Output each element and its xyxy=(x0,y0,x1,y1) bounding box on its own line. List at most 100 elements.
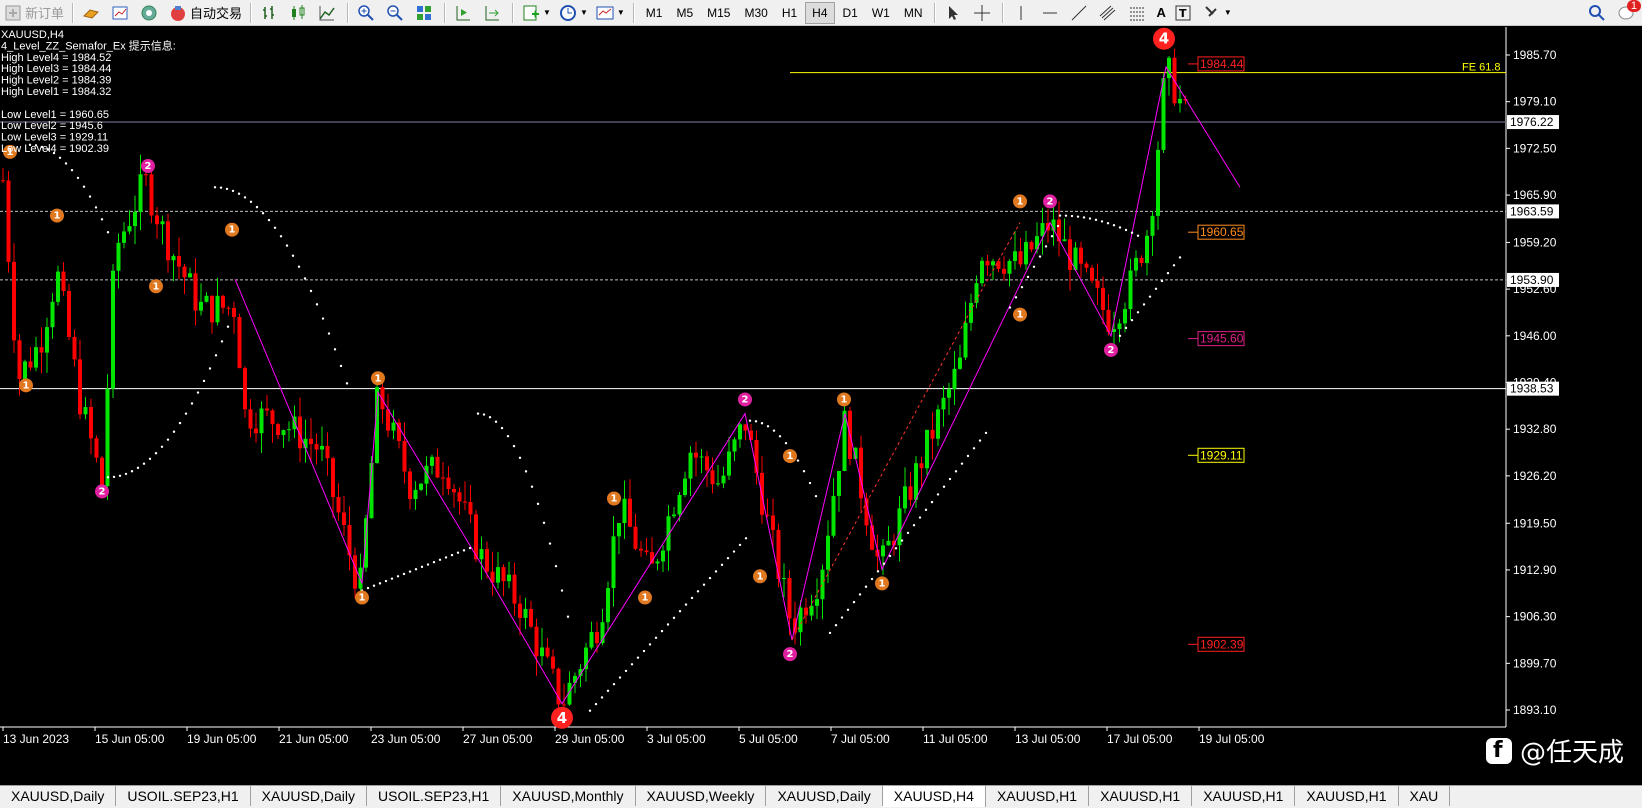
sar-dot xyxy=(754,420,758,423)
sar-dot xyxy=(249,200,253,204)
chevron-down-icon: ▼ xyxy=(579,8,588,17)
new-order-button[interactable]: 新订单 xyxy=(1,2,67,24)
chart-tab[interactable]: XAUUSD,H1 xyxy=(1089,786,1193,806)
candle-body xyxy=(1057,219,1061,242)
chart-tab[interactable]: USOIL.SEP23,H1 xyxy=(367,786,502,806)
chart-tab[interactable]: XAU xyxy=(1399,786,1451,806)
timeframe-d1-button[interactable]: D1 xyxy=(837,2,864,24)
sar-dot xyxy=(1124,228,1128,232)
crosshair-button[interactable] xyxy=(970,2,997,24)
chart-tab[interactable]: XAUUSD,Daily xyxy=(251,786,367,806)
sar-dot xyxy=(1142,303,1146,306)
line-chart-button[interactable] xyxy=(315,2,342,24)
chart-tab[interactable]: XAUUSD,H1 xyxy=(986,786,1090,806)
auto-trade-icon xyxy=(169,4,187,22)
market-watch-button[interactable] xyxy=(108,2,135,24)
sar-dot xyxy=(208,367,212,370)
sar-dot xyxy=(772,429,776,432)
bar-chart-button[interactable] xyxy=(257,2,284,24)
zoom-out-button[interactable] xyxy=(383,2,410,24)
indicators-button[interactable]: ▼ xyxy=(519,2,554,24)
horizontal-line-button[interactable] xyxy=(1038,2,1065,24)
sar-dot xyxy=(858,593,862,596)
sar-dot xyxy=(1124,326,1128,330)
search-icon xyxy=(1588,4,1606,22)
main-toolbar: 新订单 自动交易 ▼ ▼ ▼ M1 M5 M15 M30 H1 H4 D1 W1 MN A T … xyxy=(0,0,1642,26)
semafor-marker-number: 1 xyxy=(841,394,848,405)
price-tick-label: 1893.10 xyxy=(1513,703,1557,717)
candle-body xyxy=(1068,239,1072,270)
timeframe-h4-button[interactable]: H4 xyxy=(805,1,835,24)
sar-dot xyxy=(366,586,370,590)
candle-body xyxy=(573,675,577,683)
clock-icon xyxy=(559,4,577,22)
sar-dot xyxy=(672,616,676,620)
timeframe-m15-button[interactable]: M15 xyxy=(701,2,736,24)
chart-tab[interactable]: XAUUSD,H4 xyxy=(882,786,986,807)
search-button[interactable] xyxy=(1585,2,1612,24)
templates-button[interactable]: ▼ xyxy=(593,2,628,24)
chart-shift-button[interactable] xyxy=(451,2,478,24)
equidistant-channel-button[interactable] xyxy=(1096,2,1123,24)
sar-dot xyxy=(894,547,898,550)
sar-dot xyxy=(488,416,492,419)
arrows-button[interactable]: ▼ xyxy=(1200,2,1235,24)
timeframe-m5-button[interactable]: M5 xyxy=(670,2,699,24)
signals-button[interactable] xyxy=(137,2,164,24)
candle-body xyxy=(386,409,390,431)
timeframe-h1-button[interactable]: H1 xyxy=(776,2,803,24)
chart-tab[interactable]: XAUUSD,Daily xyxy=(0,786,117,806)
trendline-button[interactable] xyxy=(1067,2,1094,24)
sar-dot xyxy=(82,185,86,188)
chart-canvas[interactable]: 1985.701979.101972.501965.901959.201952.… xyxy=(0,27,1642,785)
candle-body xyxy=(441,477,445,479)
zoom-in-button[interactable] xyxy=(354,2,381,24)
candle-body xyxy=(127,226,132,232)
toolbar-separator xyxy=(933,2,936,23)
chart-tab[interactable]: XAUUSD,Daily xyxy=(766,786,883,806)
chart-tab[interactable]: XAUUSD,H1 xyxy=(1295,786,1399,806)
chart-tab[interactable]: USOIL.SEP23,H1 xyxy=(116,786,251,806)
candle-body xyxy=(985,260,990,266)
sar-dot xyxy=(327,332,331,335)
tile-windows-button[interactable] xyxy=(412,2,439,24)
candle-body xyxy=(677,495,682,515)
candle-body xyxy=(1095,280,1100,288)
candle-body xyxy=(507,574,511,582)
candle-body xyxy=(243,368,247,410)
chart-tab[interactable]: XAUUSD,H1 xyxy=(1192,786,1296,806)
sar-dot xyxy=(720,563,724,567)
candle-chart-button[interactable] xyxy=(286,2,313,24)
price-tag-label: 1953.90 xyxy=(1510,273,1554,287)
chart-tab[interactable]: XAUUSD,Monthly xyxy=(501,786,636,806)
timeframe-mn-button[interactable]: MN xyxy=(898,2,929,24)
fibonacci-button[interactable] xyxy=(1125,2,1152,24)
gold-bars-button[interactable] xyxy=(79,2,106,24)
candle-body xyxy=(419,483,423,490)
sar-dot xyxy=(900,539,904,542)
timeframe-m30-button[interactable]: M30 xyxy=(738,2,773,24)
sar-dot xyxy=(618,676,622,679)
auto-trade-button[interactable]: 自动交易 xyxy=(166,2,245,24)
autoscroll-button[interactable] xyxy=(480,2,507,24)
timeframe-w1-button[interactable]: W1 xyxy=(866,2,896,24)
cursor-button[interactable] xyxy=(941,2,968,24)
sar-dot xyxy=(918,516,922,519)
periods-button[interactable]: ▼ xyxy=(556,2,591,24)
text-label-button[interactable]: T xyxy=(1171,2,1198,24)
time-label: 29 Jun 05:00 xyxy=(555,732,625,746)
candle-body xyxy=(452,488,456,493)
level-label: 1945.60 xyxy=(1200,332,1244,346)
text-button[interactable]: A xyxy=(1154,2,1169,24)
chart-tab[interactable]: XAUUSD,Weekly xyxy=(636,786,767,806)
price-tick-label: 1926.20 xyxy=(1513,469,1557,483)
sar-dot xyxy=(58,156,62,159)
candle-body xyxy=(529,608,533,627)
notifications-button[interactable]: 1 xyxy=(1614,0,1641,24)
price-chart[interactable]: 1985.70 1979.10 1972.50 1965.90 1959.20 1952.… xyxy=(0,27,1642,785)
timeframe-m1-button[interactable]: M1 xyxy=(640,2,669,24)
sar-dot xyxy=(124,472,128,476)
vertical-line-button[interactable] xyxy=(1009,2,1036,24)
semafor-marker-number: 1 xyxy=(611,494,618,505)
candle-body xyxy=(534,626,539,657)
